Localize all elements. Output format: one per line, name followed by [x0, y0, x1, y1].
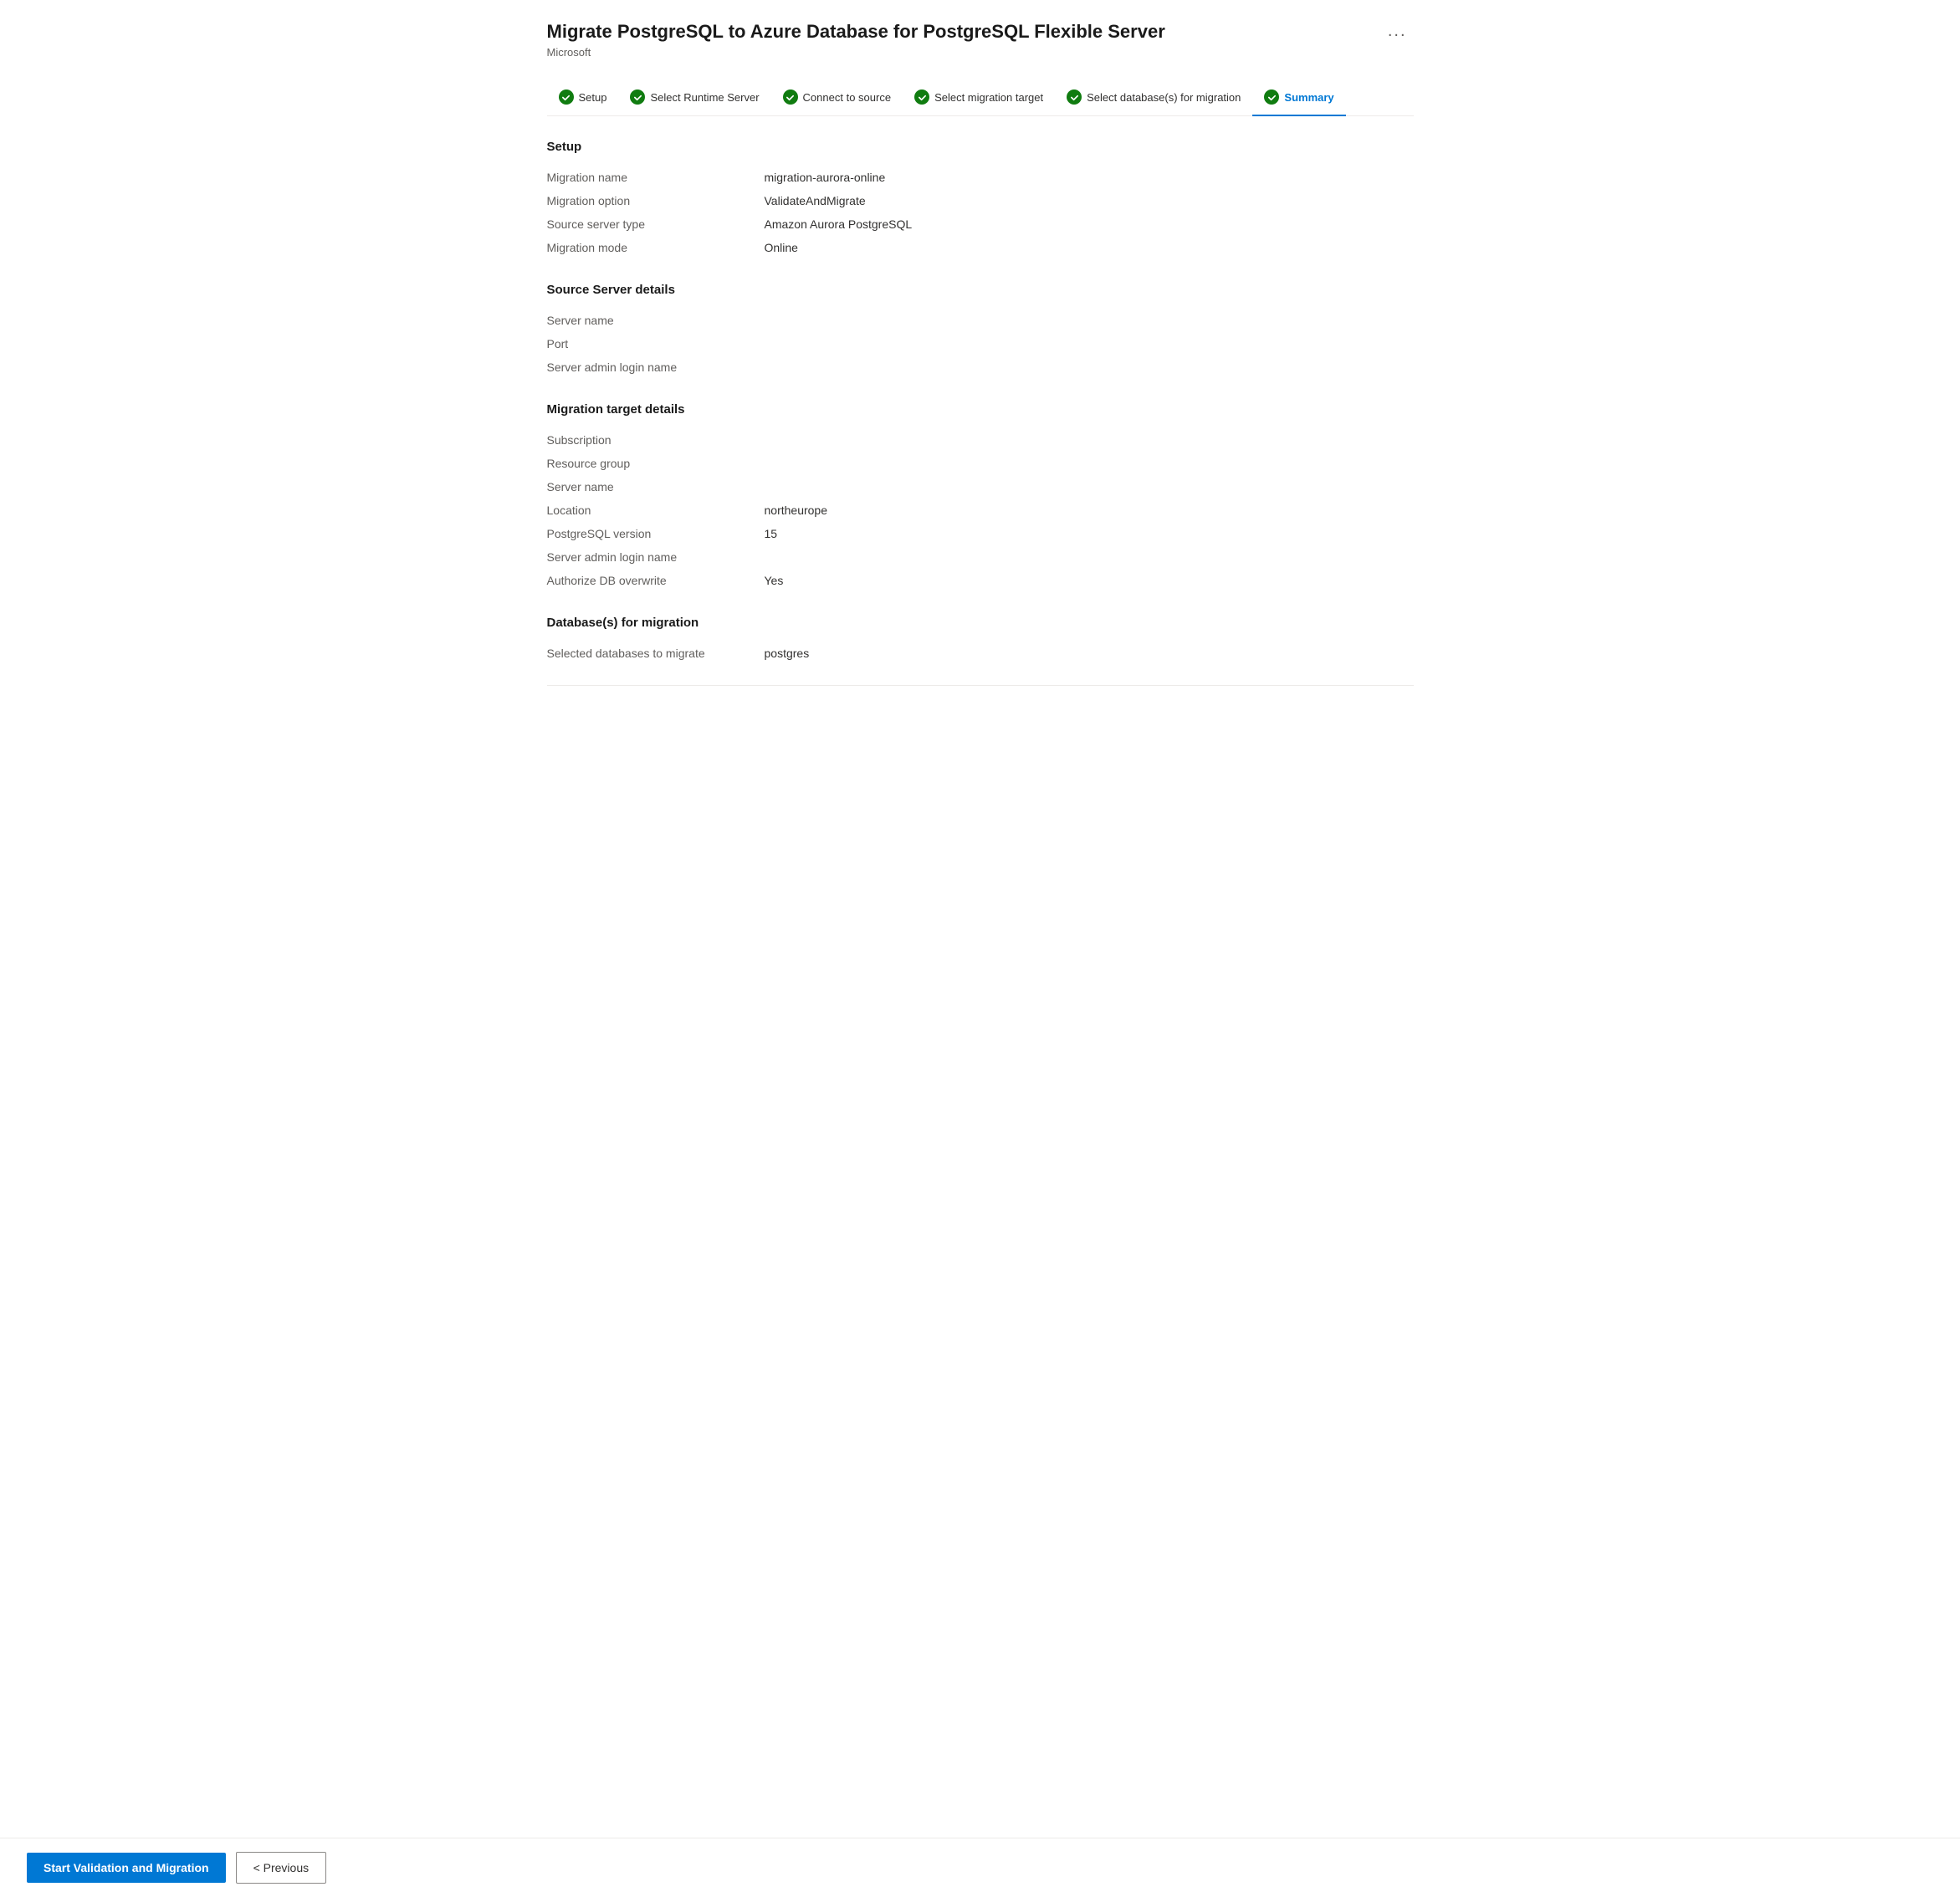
label-migration-name: Migration name	[547, 171, 765, 184]
section-title-setup: Setup	[547, 140, 1414, 154]
step-label-target: Select migration target	[934, 91, 1043, 104]
label-selected-databases: Selected databases to migrate	[547, 647, 765, 660]
main-content: Setup Migration name migration-aurora-on…	[547, 116, 1414, 786]
label-source-server-name: Server name	[547, 314, 765, 327]
label-location: Location	[547, 504, 765, 517]
step-check-summary	[1264, 89, 1279, 105]
label-migration-mode: Migration mode	[547, 241, 765, 254]
field-target-admin-login: Server admin login name	[547, 545, 1414, 569]
value-authorize-overwrite: Yes	[765, 574, 784, 587]
field-target-server-name: Server name	[547, 475, 1414, 499]
step-label-databases: Select database(s) for migration	[1087, 91, 1241, 104]
field-migration-name: Migration name migration-aurora-online	[547, 166, 1414, 189]
field-source-admin-login: Server admin login name	[547, 355, 1414, 379]
value-migration-mode: Online	[765, 241, 798, 254]
value-location: northeurope	[765, 504, 828, 517]
step-setup[interactable]: Setup	[547, 79, 619, 116]
label-target-admin-login: Server admin login name	[547, 550, 765, 564]
field-resource-group: Resource group	[547, 452, 1414, 475]
step-label-summary: Summary	[1284, 91, 1333, 104]
label-source-admin-login: Server admin login name	[547, 360, 765, 374]
page-title: Migrate PostgreSQL to Azure Database for…	[547, 21, 1165, 43]
section-title-target: Migration target details	[547, 402, 1414, 417]
step-check-databases	[1067, 89, 1082, 105]
content-divider	[547, 685, 1414, 686]
label-resource-group: Resource group	[547, 457, 765, 470]
label-target-server-name: Server name	[547, 480, 765, 493]
step-label-setup: Setup	[579, 91, 607, 104]
field-migration-mode: Migration mode Online	[547, 236, 1414, 259]
label-pg-version: PostgreSQL version	[547, 527, 765, 540]
step-label-connect: Connect to source	[803, 91, 892, 104]
label-subscription: Subscription	[547, 433, 765, 447]
field-subscription: Subscription	[547, 428, 1414, 452]
label-migration-option: Migration option	[547, 194, 765, 207]
field-selected-databases: Selected databases to migrate postgres	[547, 642, 1414, 665]
step-connect-source[interactable]: Connect to source	[771, 79, 903, 116]
step-label-runtime: Select Runtime Server	[650, 91, 759, 104]
page-subtitle: Microsoft	[547, 46, 1414, 59]
value-pg-version: 15	[765, 527, 778, 540]
field-source-port: Port	[547, 332, 1414, 355]
value-source-server-type: Amazon Aurora PostgreSQL	[765, 217, 913, 231]
field-pg-version: PostgreSQL version 15	[547, 522, 1414, 545]
step-check-connect	[783, 89, 798, 105]
value-migration-option: ValidateAndMigrate	[765, 194, 866, 207]
label-source-server-type: Source server type	[547, 217, 765, 231]
label-source-port: Port	[547, 337, 765, 350]
label-authorize-overwrite: Authorize DB overwrite	[547, 574, 765, 587]
steps-nav: Setup Select Runtime Server Connect to s…	[547, 79, 1414, 116]
field-authorize-overwrite: Authorize DB overwrite Yes	[547, 569, 1414, 592]
step-summary[interactable]: Summary	[1252, 79, 1345, 116]
step-check-target	[914, 89, 929, 105]
field-source-server-type: Source server type Amazon Aurora Postgre…	[547, 212, 1414, 236]
step-check-runtime	[630, 89, 645, 105]
section-title-source: Source Server details	[547, 283, 1414, 297]
ellipsis-button[interactable]: ...	[1381, 20, 1414, 43]
value-selected-databases: postgres	[765, 647, 810, 660]
step-runtime-server[interactable]: Select Runtime Server	[618, 79, 770, 116]
value-migration-name: migration-aurora-online	[765, 171, 886, 184]
field-source-server-name: Server name	[547, 309, 1414, 332]
field-migration-option: Migration option ValidateAndMigrate	[547, 189, 1414, 212]
step-migration-target[interactable]: Select migration target	[903, 79, 1055, 116]
field-location: Location northeurope	[547, 499, 1414, 522]
previous-button[interactable]: < Previous	[236, 1852, 327, 1884]
step-select-databases[interactable]: Select database(s) for migration	[1055, 79, 1252, 116]
start-validation-button[interactable]: Start Validation and Migration	[27, 1853, 226, 1883]
section-title-databases: Database(s) for migration	[547, 616, 1414, 630]
step-check-setup	[559, 89, 574, 105]
footer: Start Validation and Migration < Previou…	[0, 1838, 1960, 1897]
